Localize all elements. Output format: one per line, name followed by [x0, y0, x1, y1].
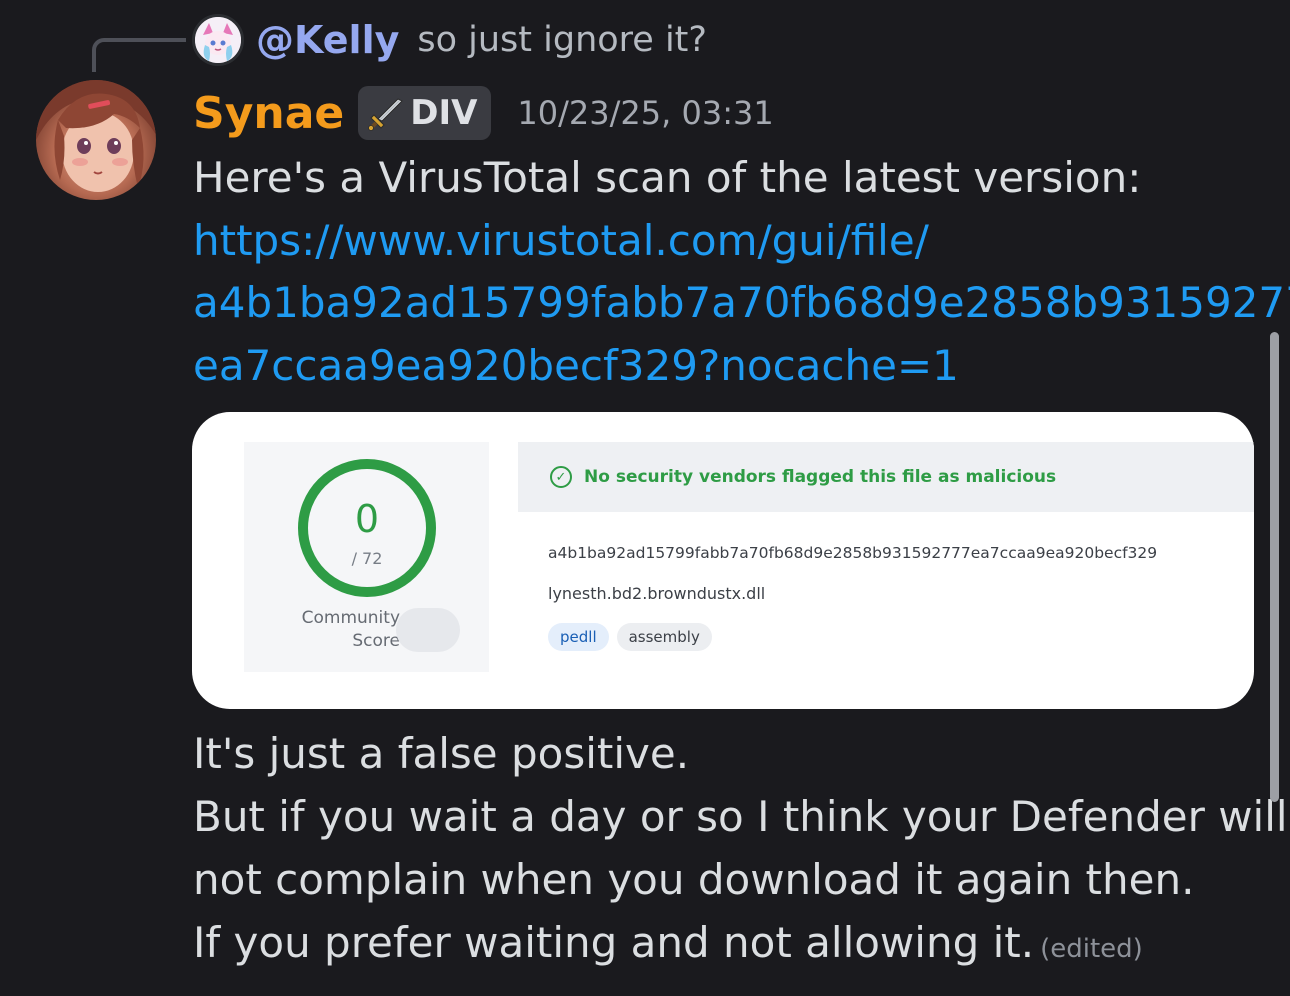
- message-header: Synae DIV 10/23/25, 03:31: [193, 84, 774, 142]
- message-link-line[interactable]: ea7ccaa9ea920becf329?nocache=1: [193, 335, 959, 397]
- author-name[interactable]: Synae: [193, 88, 344, 139]
- tag-pedll: pedll: [548, 623, 609, 651]
- reply-preview[interactable]: @Kelly so just ignore it?: [192, 12, 707, 68]
- file-tags: pedll assembly: [548, 623, 712, 651]
- tag-assembly: assembly: [616, 623, 712, 651]
- community-score-label: Community Score: [280, 607, 400, 653]
- reply-avatar-image: [195, 17, 241, 63]
- status-text: No security vendors flagged this file as…: [584, 467, 1057, 487]
- edited-label[interactable]: (edited): [1040, 934, 1143, 964]
- message-link-line[interactable]: a4b1ba92ad15799fabb7a70fb68d9e2858b93159…: [193, 272, 1290, 334]
- detection-score-panel: 0 / 72 Community Score: [244, 442, 489, 672]
- status-strip: ✓ No security vendors flagged this file …: [518, 442, 1254, 512]
- sword-icon: [368, 98, 404, 131]
- author-avatar[interactable]: [36, 80, 156, 200]
- message-timestamp[interactable]: 10/23/25, 03:31: [517, 94, 773, 132]
- detection-score-total: / 72: [351, 549, 383, 568]
- file-details-panel: ✓ No security vendors flagged this file …: [518, 442, 1254, 672]
- file-hash: a4b1ba92ad15799fabb7a70fb68d9e2858b93159…: [548, 544, 1158, 562]
- file-name: lynesth.bd2.browndustx.dll: [548, 584, 766, 603]
- message-intro: Here's a VirusTotal scan of the latest v…: [193, 153, 1142, 202]
- virustotal-embed-image[interactable]: 0 / 72 Community Score ✓ No security ven…: [192, 412, 1254, 709]
- check-icon: ✓: [550, 466, 572, 488]
- detection-score-ring: 0 / 72: [298, 459, 436, 597]
- reply-spine: [92, 38, 186, 72]
- reply-avatar[interactable]: [192, 14, 244, 66]
- message-body-line: But if you wait a day or so I think your…: [193, 792, 1288, 841]
- message-body-line: It's just a false positive.: [193, 729, 690, 778]
- community-score-toggle: [396, 608, 460, 652]
- message-body-last-line: If you prefer waiting and not allowing i…: [193, 912, 1143, 980]
- scrollbar-thumb[interactable]: [1270, 332, 1279, 802]
- role-tag[interactable]: DIV: [358, 86, 492, 140]
- reply-text[interactable]: so just ignore it?: [417, 20, 707, 60]
- reply-mention[interactable]: @Kelly: [256, 18, 399, 62]
- message-body-line: If you prefer waiting and not allowing i…: [193, 918, 1035, 967]
- message-body-line: not complain when you download it again …: [193, 855, 1195, 904]
- role-tag-label: DIV: [410, 93, 478, 133]
- message-link-line[interactable]: https://www.virustotal.com/gui/file/: [193, 210, 929, 272]
- author-avatar-image: [36, 80, 156, 192]
- community-label-line: Score: [352, 631, 400, 651]
- community-label-line: Community: [301, 608, 400, 628]
- detection-score: 0: [354, 497, 380, 541]
